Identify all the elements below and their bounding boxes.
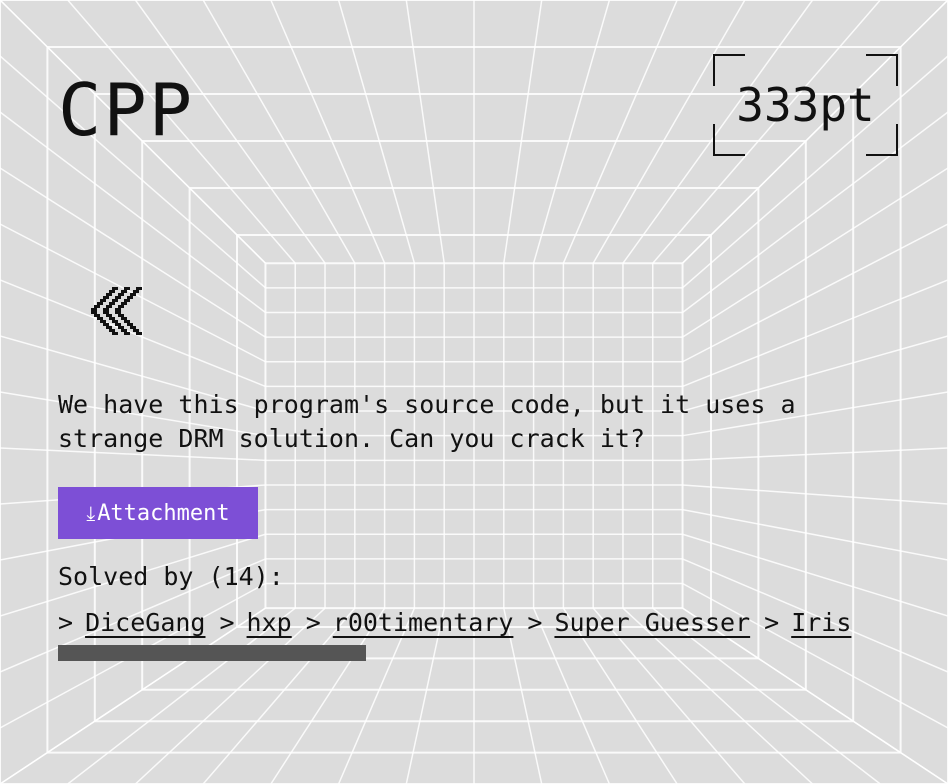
solver-team-link[interactable]: hxp <box>247 608 292 637</box>
points-badge: 333pt <box>713 54 898 156</box>
scrollbar-thumb[interactable] <box>58 645 366 661</box>
solver-list-scrollbar[interactable] <box>58 645 898 661</box>
solver-item: > r00timentary <box>306 604 514 642</box>
challenge-panel: CPP 333pt We have this program's source … <box>0 0 948 784</box>
solver-team-link[interactable]: Super Guesser <box>554 608 750 637</box>
chevron-double-left-icon <box>91 287 142 335</box>
chevron-right-icon: > <box>58 608 74 637</box>
chevron-right-icon: > <box>219 608 235 637</box>
solved-by-label: Solved by (14): <box>58 562 284 591</box>
chevron-right-icon: > <box>764 608 780 637</box>
solver-team-link[interactable]: Iris <box>791 608 851 637</box>
solver-team-link[interactable]: DiceGang <box>85 608 205 637</box>
challenge-title: CPP <box>58 68 195 152</box>
solver-item: > Super Guesser <box>527 604 750 642</box>
solver-item: > hxp <box>219 604 291 642</box>
solver-item: > Iris <box>764 604 851 642</box>
back-button[interactable] <box>86 285 150 337</box>
chevron-right-icon: > <box>527 608 543 637</box>
points-value: 333pt <box>736 78 875 132</box>
attachment-button[interactable]: ⤓ Attachment <box>58 487 258 539</box>
challenge-description: We have this program's source code, but … <box>58 390 796 453</box>
download-icon: ⤓ <box>86 501 96 525</box>
solver-team-link[interactable]: r00timentary <box>333 608 514 637</box>
solver-list[interactable]: > DiceGang > hxp > r00timentary > Super Guesser… <box>58 604 898 644</box>
solver-item: > DiceGang <box>58 604 205 642</box>
chevron-right-icon: > <box>305 608 321 637</box>
attachment-label: Attachment <box>97 500 230 526</box>
